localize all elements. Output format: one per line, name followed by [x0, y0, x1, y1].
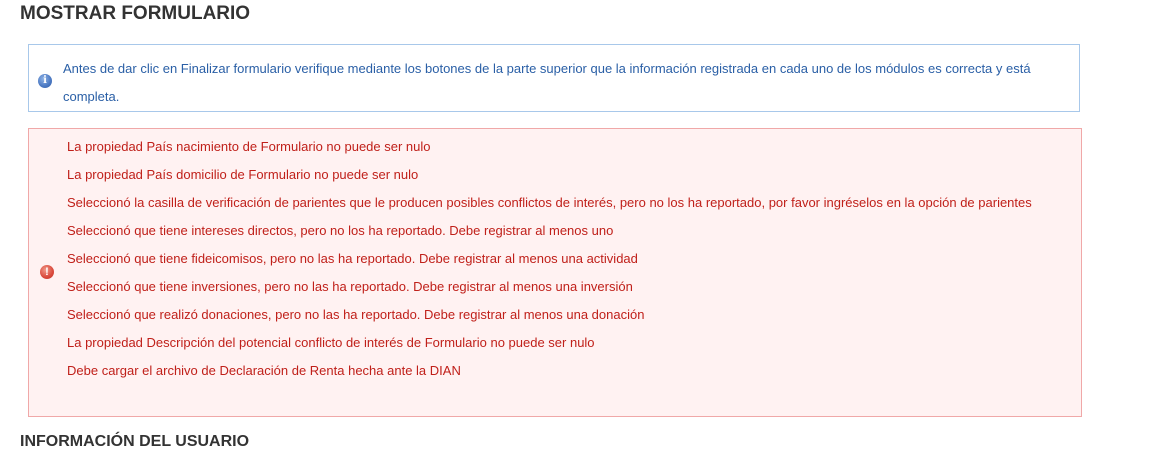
error-item: La propiedad País nacimiento de Formular…: [67, 139, 431, 154]
error-icon: !: [40, 265, 54, 279]
error-alert: ! La propiedad País nacimiento de Formul…: [28, 128, 1082, 417]
error-item: Debe cargar el archivo de Declaración de…: [67, 363, 461, 378]
error-item: Seleccionó que realizó donaciones, pero …: [67, 307, 645, 322]
error-item: Seleccionó la casilla de verificación de…: [67, 195, 1032, 210]
error-item: Seleccionó que tiene intereses directos,…: [67, 223, 614, 238]
error-item: Seleccionó que tiene inversiones, pero n…: [67, 279, 633, 294]
error-list: La propiedad País nacimiento de Formular…: [67, 133, 1067, 385]
error-item: Seleccionó que tiene fideicomisos, pero …: [67, 251, 638, 266]
info-icon: i: [38, 74, 52, 88]
error-item: La propiedad Descripción del potencial c…: [67, 335, 595, 350]
section-title-user-info: INFORMACIÓN DEL USUARIO: [20, 433, 250, 450]
page: MOSTRAR FORMULARIO i Antes de dar clic e…: [0, 0, 1173, 463]
info-alert: i Antes de dar clic en Finalizar formula…: [28, 44, 1080, 112]
page-title: MOSTRAR FORMULARIO: [20, 3, 251, 24]
error-item: La propiedad País domicilio de Formulari…: [67, 167, 419, 182]
info-alert-text: Antes de dar clic en Finalizar formulari…: [63, 61, 1031, 104]
